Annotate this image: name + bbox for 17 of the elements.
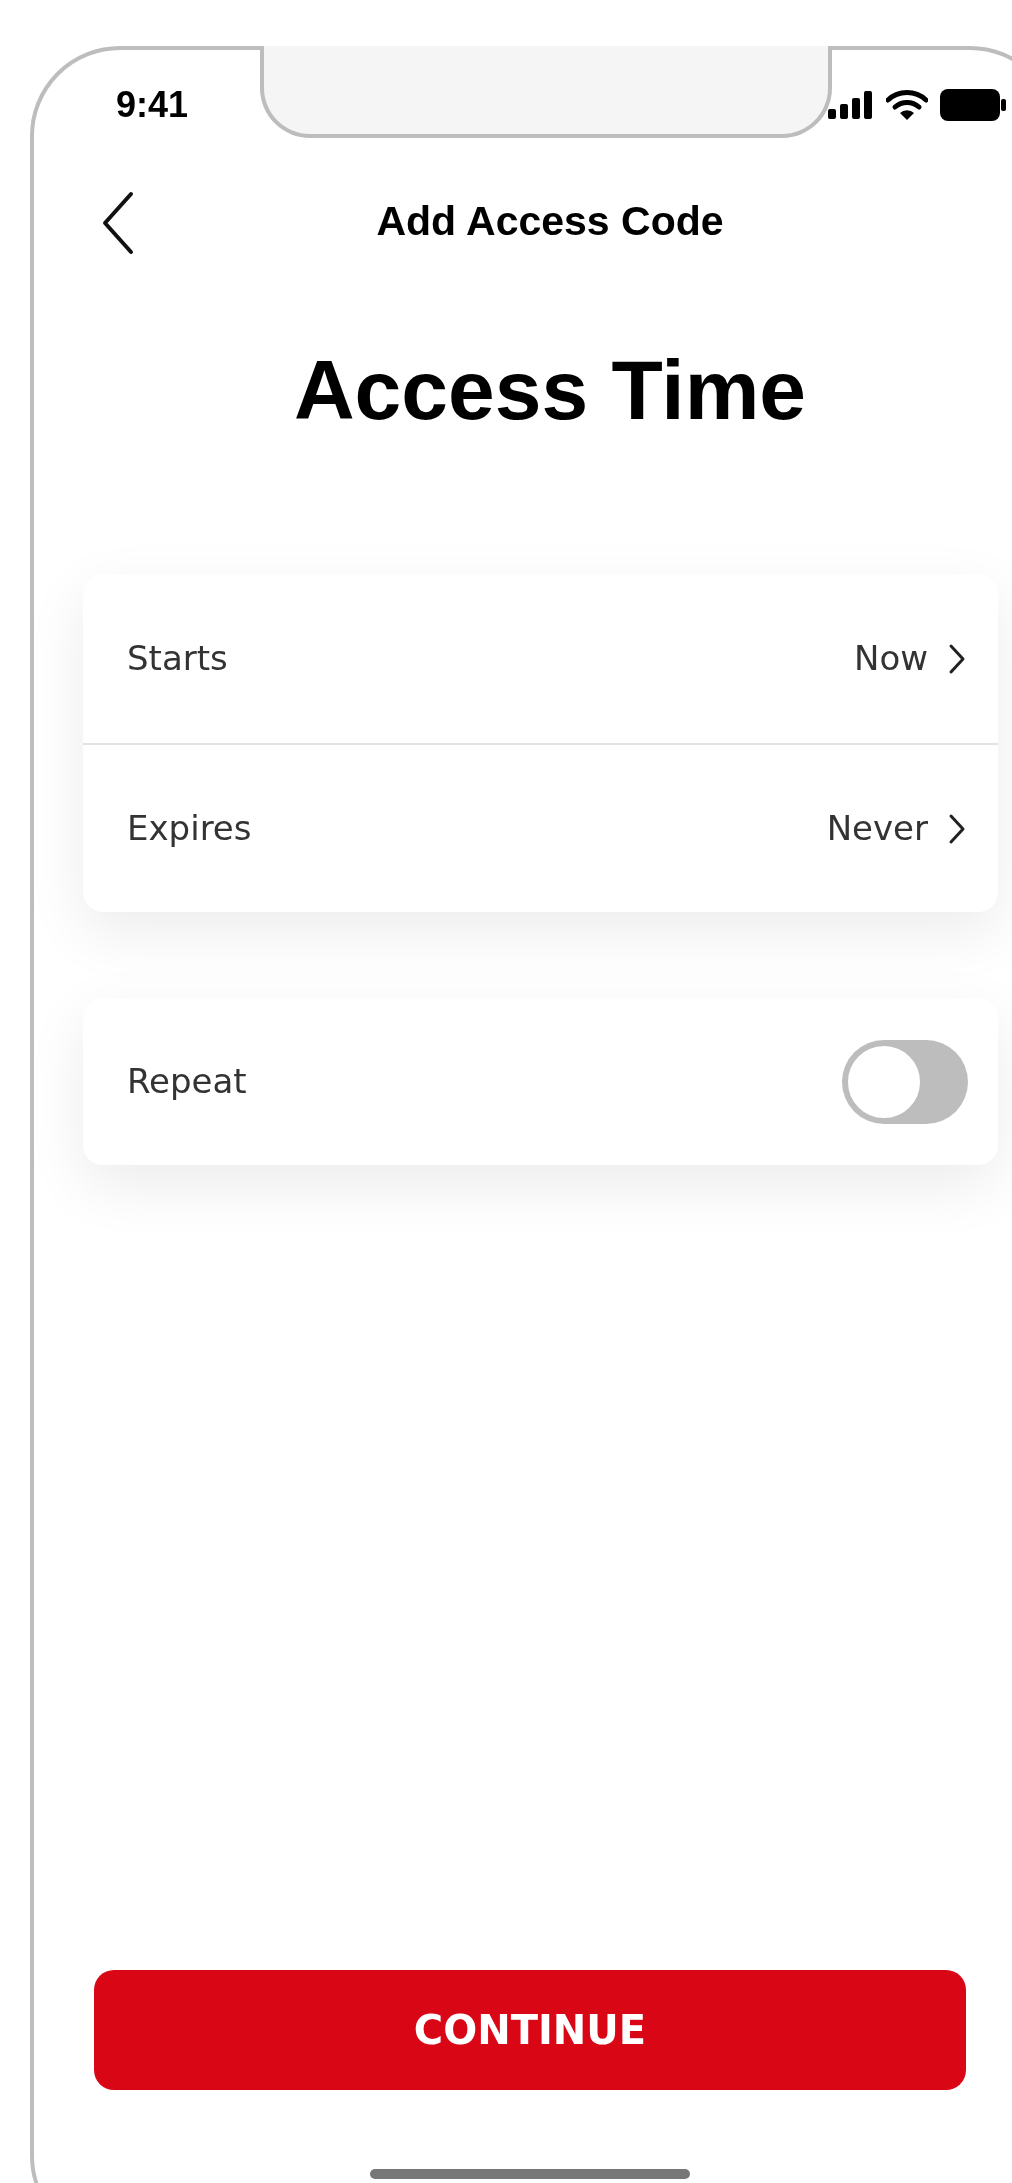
schedule-row[interactable]: Starts Now	[83, 574, 998, 743]
row-value: Never	[826, 807, 928, 850]
continue-button[interactable]: CONTINUE	[94, 1970, 966, 2090]
row-label: Expires	[127, 807, 252, 850]
signal-icon	[828, 91, 874, 119]
chevron-right-icon	[948, 642, 966, 675]
row-label: Starts	[127, 637, 228, 680]
repeat-label: Repeat	[127, 1060, 247, 1103]
chevron-right-icon	[948, 812, 966, 845]
schedule-row[interactable]: Expires Never	[83, 743, 998, 912]
page-heading: Access Time	[293, 348, 807, 432]
wifi-icon	[886, 89, 928, 121]
nav-title: Add Access Code	[376, 197, 724, 247]
row-value: Now	[853, 637, 928, 680]
battery-icon	[940, 89, 1006, 121]
back-icon	[102, 191, 134, 255]
status-time: 9:41	[116, 83, 189, 127]
